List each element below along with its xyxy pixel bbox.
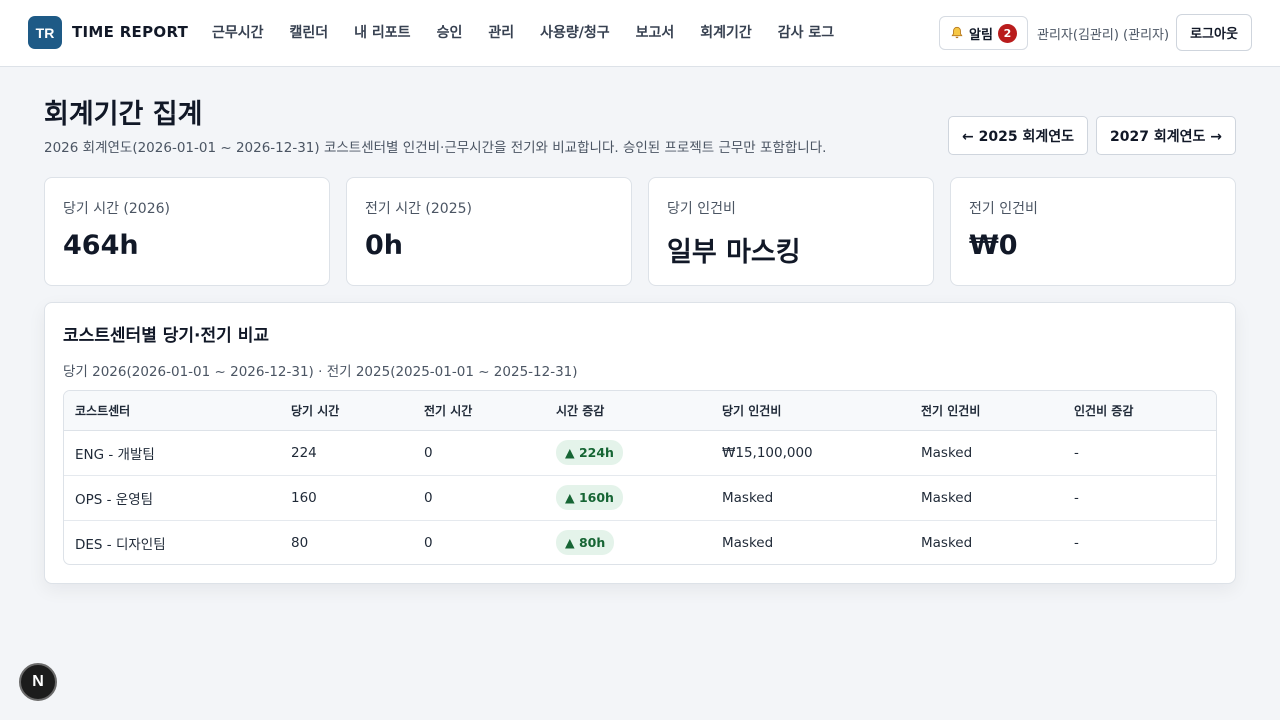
previous-cost-cell: Masked [921, 534, 973, 551]
column-header[interactable]: 시간 증감 [545, 391, 711, 431]
table-header-row: 코스트센터 당기 시간 전기 시간 시간 증감 당기 인건비 전기 인건비 인건… [64, 391, 1216, 431]
column-header[interactable]: 당기 시간 [280, 391, 413, 431]
stat-value: 0h [365, 230, 404, 261]
section-subtitle: 당기 2026(2026-01-01 ~ 2026-12-31) · 전기 20… [63, 364, 578, 380]
current-cost-cell: Masked [722, 534, 774, 551]
current-hours-cell: 160 [291, 489, 317, 506]
section-title: 코스트센터별 당기·전기 비교 [63, 326, 269, 346]
cost-delta-cell: - [1074, 489, 1079, 506]
previous-hours-cell: 0 [424, 534, 433, 551]
previous-hours-cell: 0 [424, 489, 433, 506]
stat-card-current-labor-cost: 당기 인건비 일부 마스킹 [648, 177, 934, 286]
current-cost-cell: Masked [722, 489, 774, 506]
notifications-label: 알림 [969, 27, 993, 43]
hours-delta-cell: ▲ 80h [545, 520, 711, 564]
column-header[interactable]: 코스트센터 [64, 391, 280, 431]
stat-label: 전기 시간 (2025) [365, 201, 472, 217]
column-header[interactable]: 전기 시간 [413, 391, 545, 431]
current-cost-cell: ₩15,100,000 [722, 444, 813, 461]
stat-value: 464h [63, 230, 139, 261]
main-nav: 근무시간 캘린더 내 리포트 승인 관리 사용량/청구 보고서 회계기간 감사 … [212, 22, 834, 42]
app-logo[interactable]: TR [28, 16, 62, 49]
previous-cost-cell: Masked [921, 444, 973, 461]
stat-card-previous-hours: 전기 시간 (2025) 0h [346, 177, 632, 286]
bell-icon [951, 26, 963, 39]
hours-delta-cell: ▲ 224h [545, 430, 711, 475]
top-navigation-bar: TR TIME REPORT 근무시간 캘린더 내 리포트 승인 관리 사용량/… [0, 0, 1280, 67]
nav-item-my-report[interactable]: 내 리포트 [354, 22, 410, 42]
current-user: 관리자(김관리) (관리자) [1037, 28, 1170, 43]
stat-label: 전기 인건비 [969, 201, 1038, 217]
nav-item-reports[interactable]: 보고서 [636, 22, 675, 42]
cost-center-comparison-card: 코스트센터별 당기·전기 비교 당기 2026(2026-01-01 ~ 202… [44, 302, 1236, 584]
comparison-table: 코스트센터 당기 시간 전기 시간 시간 증감 당기 인건비 전기 인건비 인건… [63, 390, 1217, 565]
cost-center-cell: OPS - 운영팀 [75, 491, 154, 508]
table-row: OPS - 운영팀 160 0 ▲ 160h Masked Masked - [64, 475, 1216, 520]
stat-label: 당기 시간 (2026) [63, 201, 170, 217]
page-title: 회계기간 집계 [44, 99, 203, 130]
page-description: 2026 회계연도(2026-01-01 ~ 2026-12-31) 코스트센터… [44, 140, 827, 156]
stat-value: 일부 마스킹 [667, 237, 801, 268]
dev-tools-button[interactable]: N [19, 663, 57, 701]
nav-item-admin[interactable]: 관리 [488, 22, 514, 42]
previous-hours-cell: 0 [424, 444, 433, 461]
logout-button[interactable]: 로그아웃 [1176, 14, 1252, 51]
stat-card-previous-labor-cost: 전기 인건비 ₩0 [950, 177, 1236, 286]
nav-item-calendar[interactable]: 캘린더 [290, 22, 329, 42]
column-header[interactable]: 전기 인건비 [910, 391, 1063, 431]
hours-delta-cell: ▲ 160h [545, 475, 711, 520]
current-hours-cell: 224 [291, 444, 317, 461]
column-header[interactable]: 인건비 증감 [1063, 391, 1216, 431]
previous-fiscal-year-button[interactable]: ← 2025 회계연도 [948, 116, 1088, 155]
nav-item-approval[interactable]: 승인 [437, 22, 463, 42]
stat-label: 당기 인건비 [667, 201, 736, 217]
delta-badge: ▲ 224h [556, 440, 623, 465]
nav-item-work-hours[interactable]: 근무시간 [212, 22, 264, 42]
delta-badge: ▲ 80h [556, 530, 615, 556]
nav-item-usage-billing[interactable]: 사용량/청구 [540, 22, 610, 42]
nav-item-audit-log[interactable]: 감사 로그 [778, 22, 834, 42]
app-name[interactable]: TIME REPORT [72, 23, 188, 41]
previous-cost-cell: Masked [921, 489, 973, 506]
next-fiscal-year-button[interactable]: 2027 회계연도 → [1096, 116, 1236, 155]
notifications-button[interactable]: 알림 2 [939, 16, 1028, 50]
delta-badge: ▲ 160h [556, 485, 623, 510]
cost-center-cell: DES - 디자인팀 [75, 536, 166, 553]
stat-card-current-hours: 당기 시간 (2026) 464h [44, 177, 330, 286]
current-hours-cell: 80 [291, 534, 309, 551]
cost-delta-cell: - [1074, 534, 1079, 551]
stat-value: ₩0 [969, 230, 1018, 261]
column-header[interactable]: 당기 인건비 [711, 391, 910, 431]
table-row: ENG - 개발팀 224 0 ▲ 224h ₩15,100,000 Maske… [64, 430, 1216, 475]
notification-count-badge: 2 [997, 23, 1017, 43]
nav-item-fiscal-period[interactable]: 회계기간 [700, 22, 752, 42]
cost-delta-cell: - [1074, 444, 1079, 461]
table-row: DES - 디자인팀 80 0 ▲ 80h Masked Masked - [64, 520, 1216, 564]
cost-center-cell: ENG - 개발팀 [75, 446, 155, 463]
